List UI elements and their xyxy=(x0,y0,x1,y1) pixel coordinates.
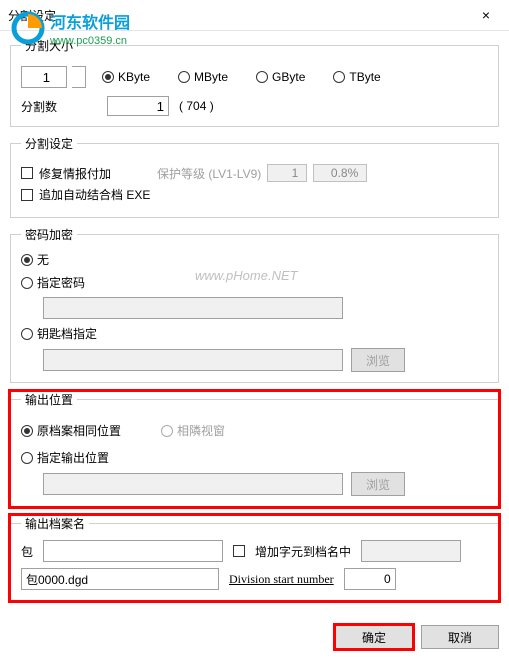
repair-report-label: 修复情报付加 xyxy=(39,165,111,182)
add-chars-input xyxy=(361,540,461,562)
password-specify-radio[interactable]: 指定密码 xyxy=(21,274,488,291)
password-group: 密码加密 无 指定密码 钥匙档指定 浏览 xyxy=(10,226,499,383)
output-location-group: 输出位置 原档案相同位置 相隣视窗 指定输出位置 浏览 xyxy=(10,391,499,507)
radio-icon xyxy=(102,71,114,83)
prefix-input[interactable] xyxy=(43,540,223,562)
output-adjacent-radio: 相隣视窗 xyxy=(161,422,225,439)
output-name-group: 输出档案名 包 增加字元到档名中 Division start number xyxy=(10,515,499,601)
repair-report-checkbox[interactable] xyxy=(21,167,33,179)
split-count-input[interactable] xyxy=(107,96,169,116)
unit-kbyte-radio[interactable]: KByte xyxy=(102,70,150,84)
split-size-spinner[interactable] xyxy=(72,66,86,88)
add-chars-checkbox[interactable] xyxy=(233,545,245,557)
keyfile-browse-button: 浏览 xyxy=(351,348,405,372)
radio-icon xyxy=(21,328,33,340)
ok-button[interactable]: 确定 xyxy=(335,625,413,649)
prefix-label: 包 xyxy=(21,543,33,560)
cancel-button[interactable]: 取消 xyxy=(421,625,499,649)
auto-combine-checkbox[interactable] xyxy=(21,189,33,201)
radio-icon xyxy=(21,452,33,464)
radio-icon xyxy=(178,71,190,83)
output-same-radio[interactable]: 原档案相同位置 xyxy=(21,422,121,439)
output-name-legend: 输出档案名 xyxy=(21,515,89,532)
output-path-input xyxy=(43,473,343,495)
output-browse-button: 浏览 xyxy=(351,472,405,496)
password-keyfile-radio[interactable]: 钥匙档指定 xyxy=(21,325,488,342)
password-none-radio[interactable]: 无 xyxy=(21,251,488,268)
split-settings-legend: 分割设定 xyxy=(21,135,77,152)
titlebar: 分割设定 × xyxy=(0,0,509,31)
split-size-input[interactable] xyxy=(21,66,67,88)
split-count-total: ( 704 ) xyxy=(179,99,214,113)
split-size-group: 分割大小 KByte MByte GByte TByte 分割数 ( 704 ) xyxy=(10,37,499,127)
close-button[interactable]: × xyxy=(471,5,501,25)
radio-icon xyxy=(21,425,33,437)
output-file-input[interactable] xyxy=(21,568,219,590)
unit-mbyte-radio[interactable]: MByte xyxy=(178,70,228,84)
protect-level-label: 保护等级 (LV1-LV9) xyxy=(157,165,261,182)
dialog-footer: 确定 取消 xyxy=(0,619,509,659)
add-chars-label: 增加字元到档名中 xyxy=(255,543,351,560)
radio-icon xyxy=(333,71,345,83)
protect-percent: 0.8% xyxy=(313,164,367,182)
window-title: 分割设定 xyxy=(8,7,56,24)
split-settings-group: 分割设定 修复情报付加 保护等级 (LV1-LV9) 1 0.8% 追加自动结合… xyxy=(10,135,499,218)
unit-gbyte-radio[interactable]: GByte xyxy=(256,70,305,84)
output-location-legend: 输出位置 xyxy=(21,391,77,408)
protect-level-value: 1 xyxy=(267,164,307,182)
password-input xyxy=(43,297,343,319)
division-start-input[interactable] xyxy=(344,568,396,590)
auto-combine-label: 追加自动结合档 EXE xyxy=(39,186,150,203)
split-count-label: 分割数 xyxy=(21,98,57,115)
radio-icon xyxy=(21,254,33,266)
radio-icon xyxy=(256,71,268,83)
split-size-legend: 分割大小 xyxy=(21,37,77,54)
unit-tbyte-radio[interactable]: TByte xyxy=(333,70,380,84)
output-specify-radio[interactable]: 指定输出位置 xyxy=(21,449,488,466)
radio-icon xyxy=(21,277,33,289)
keyfile-input xyxy=(43,349,343,371)
division-start-label: Division start number xyxy=(229,572,334,587)
radio-icon xyxy=(161,425,173,437)
password-legend: 密码加密 xyxy=(21,226,77,243)
